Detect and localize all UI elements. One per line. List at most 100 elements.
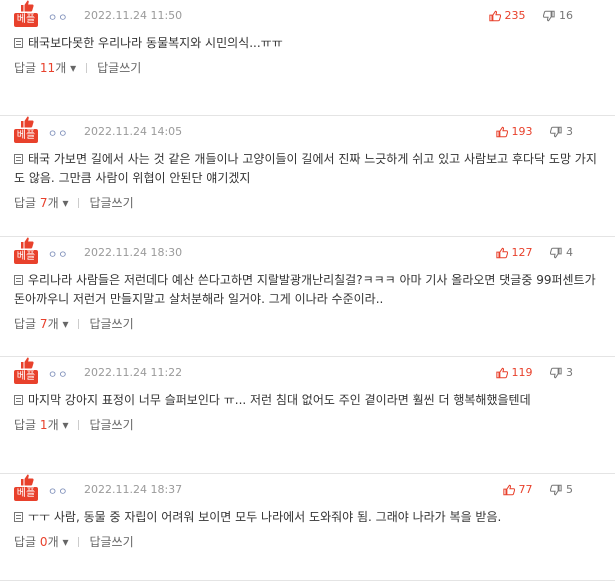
comment-author[interactable]: ㅇㅇ [48, 246, 68, 261]
reaction-group: 119 3 [482, 366, 573, 382]
write-reply-button[interactable]: 답글쓰기 [89, 535, 133, 549]
reaction-group: 77 5 [489, 483, 573, 499]
reaction-group: 235 16 [475, 9, 573, 25]
downvote-button[interactable]: 5 [550, 483, 573, 496]
comment-header: 베플 ㅇㅇ 2022.11.24 18:30 127 4 [14, 237, 601, 267]
downvote-button[interactable]: 4 [550, 246, 573, 259]
comment-author[interactable]: ㅇㅇ [48, 366, 68, 381]
comment-item: 베플 ㅇㅇ 2022.11.24 11:22 119 3 마지막 강아지 표정이… [0, 357, 615, 474]
comment-date: 2022.11.24 18:37 [84, 483, 183, 496]
comment-author[interactable]: ㅇㅇ [48, 483, 68, 498]
best-badge: 베플 [14, 237, 40, 264]
thumbs-up-icon [495, 126, 508, 137]
reply-label: 답글 [14, 535, 37, 549]
downvote-count: 5 [566, 483, 573, 496]
thumbs-up-icon [21, 0, 34, 12]
chevron-down-icon: ▾ [70, 61, 77, 75]
reply-toggle[interactable]: 답글 11개 ▾ [14, 61, 76, 75]
reply-toggle[interactable]: 답글 7개 ▾ [14, 196, 68, 210]
comment-item: 베플 ㅇㅇ 2022.11.24 11:50 235 16 태국보다못한 우리나… [0, 0, 615, 116]
upvote-button[interactable]: 119 [495, 366, 533, 379]
divider [78, 537, 80, 547]
comment-author[interactable]: ㅇㅇ [48, 125, 68, 140]
reply-unit: 개 [47, 418, 59, 432]
reply-count: 7 [39, 317, 48, 331]
comment-author[interactable]: ㅇㅇ [48, 9, 68, 24]
comment-footer: 답글 0개 ▾ 답글쓰기 [14, 533, 601, 562]
downvote-button[interactable]: 3 [550, 125, 573, 138]
divider [86, 63, 88, 73]
thumbs-up-icon [21, 237, 34, 249]
write-reply-button[interactable]: 답글쓰기 [89, 196, 133, 210]
divider [78, 198, 80, 208]
best-badge: 베플 [14, 357, 40, 384]
reply-unit: 개 [47, 535, 59, 549]
comment-body: 태국보다못한 우리나라 동물복지와 시민의식...ㅠㅠ [14, 30, 601, 59]
write-reply-button[interactable]: 답글쓰기 [89, 418, 133, 432]
chevron-down-icon: ▾ [62, 317, 69, 331]
comment-footer: 답글 1개 ▾ 답글쓰기 [14, 416, 601, 445]
divider [78, 319, 80, 329]
reply-toggle[interactable]: 답글 7개 ▾ [14, 317, 68, 331]
reply-toggle[interactable]: 답글 0개 ▾ [14, 535, 68, 549]
comment-header: 베플 ㅇㅇ 2022.11.24 14:05 193 3 [14, 116, 601, 146]
thumbs-down-icon [543, 10, 555, 21]
reply-count: 0 [39, 535, 48, 549]
reply-label: 답글 [14, 317, 37, 331]
document-icon [14, 512, 23, 522]
chevron-down-icon: ▾ [62, 196, 69, 210]
reply-unit: 개 [47, 317, 59, 331]
best-label: 베플 [14, 129, 38, 143]
best-badge: 베플 [14, 116, 40, 143]
comment-date: 2022.11.24 11:22 [84, 366, 183, 379]
reply-label: 답글 [14, 61, 37, 75]
upvote-count: 235 [504, 9, 526, 22]
thumbs-up-icon [21, 116, 34, 128]
downvote-button[interactable]: 3 [550, 366, 573, 379]
thumbs-up-icon [21, 474, 34, 486]
comment-body: 마지막 강아지 표정이 너무 슬퍼보인다 ㅠ... 저런 침대 없어도 주인 곁… [14, 387, 601, 416]
chevron-down-icon: ▾ [62, 535, 69, 549]
reply-count: 11 [39, 61, 56, 75]
write-reply-button[interactable]: 답글쓰기 [89, 317, 133, 331]
best-label: 베플 [14, 13, 38, 27]
downvote-count: 3 [566, 125, 573, 138]
downvote-button[interactable]: 16 [543, 9, 573, 22]
reply-toggle[interactable]: 답글 1개 ▾ [14, 418, 68, 432]
upvote-button[interactable]: 193 [495, 125, 533, 138]
best-badge: 베플 [14, 0, 40, 27]
upvote-button[interactable]: 127 [495, 246, 533, 259]
document-icon [14, 38, 23, 48]
upvote-button[interactable]: 77 [502, 483, 533, 496]
chevron-down-icon: ▾ [62, 418, 69, 432]
comment-footer: 답글 7개 ▾ 답글쓰기 [14, 315, 601, 344]
write-reply-button[interactable]: 답글쓰기 [97, 61, 141, 75]
comment-item: 베플 ㅇㅇ 2022.11.24 18:30 127 4 우리나라 사람들은 저… [0, 237, 615, 357]
thumbs-down-icon [550, 247, 562, 258]
downvote-count: 4 [566, 246, 573, 259]
thumbs-up-icon [488, 10, 501, 21]
downvote-count: 16 [559, 9, 573, 22]
upvote-button[interactable]: 235 [488, 9, 526, 22]
comment-footer: 답글 7개 ▾ 답글쓰기 [14, 194, 601, 223]
comment-text: 마지막 강아지 표정이 너무 슬퍼보인다 ㅠ... 저런 침대 없어도 주인 곁… [28, 393, 531, 407]
reply-count: 1 [39, 418, 48, 432]
comment-footer: 답글 11개 ▾ 답글쓰기 [14, 59, 601, 88]
best-label: 베플 [14, 370, 38, 384]
comment-date: 2022.11.24 14:05 [84, 125, 183, 138]
best-badge: 베플 [14, 474, 40, 501]
comment-header: 베플 ㅇㅇ 2022.11.24 11:50 235 16 [14, 0, 601, 30]
thumbs-down-icon [550, 484, 562, 495]
thumbs-down-icon [550, 367, 562, 378]
reaction-group: 127 4 [482, 246, 573, 262]
thumbs-down-icon [550, 126, 562, 137]
comment-text: 태국보다못한 우리나라 동물복지와 시민의식...ㅠㅠ [28, 36, 283, 50]
divider [78, 420, 80, 430]
thumbs-up-icon [495, 247, 508, 258]
comment-body: 우리나라 사람들은 저런데다 예산 쓴다고하면 지랄발광개난리칠걸?ㅋㅋㅋ 아마… [14, 267, 601, 315]
downvote-count: 3 [566, 366, 573, 379]
reply-unit: 개 [47, 196, 59, 210]
comment-text: 우리나라 사람들은 저런데다 예산 쓴다고하면 지랄발광개난리칠걸?ㅋㅋㅋ 아마… [14, 273, 596, 306]
document-icon [14, 275, 23, 285]
reply-unit: 개 [55, 61, 67, 75]
